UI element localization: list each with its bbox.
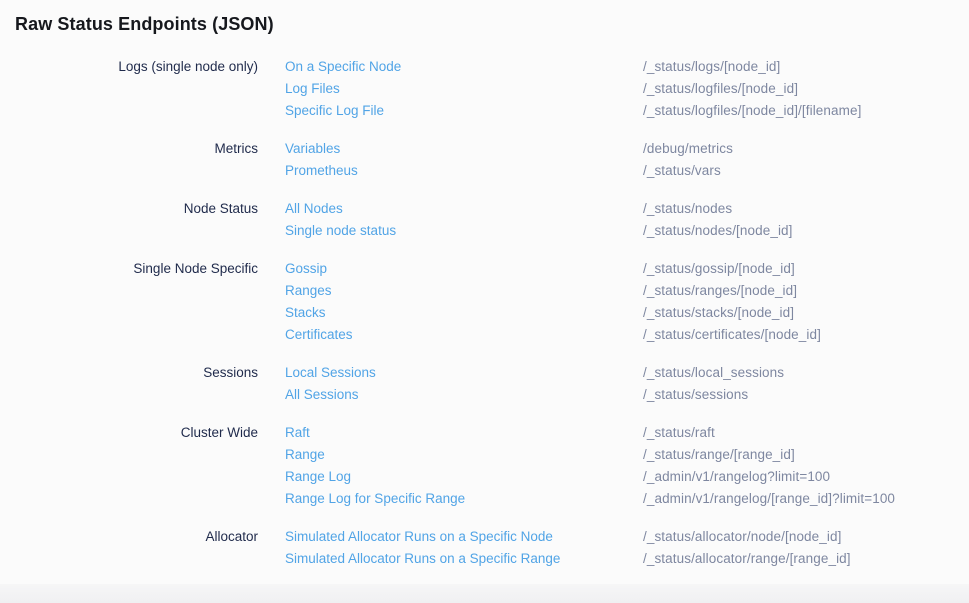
category-label: Node Status bbox=[0, 198, 258, 242]
endpoint-link[interactable]: All Sessions bbox=[285, 384, 643, 406]
endpoint-row: Ranges /_status/ranges/[node_id] bbox=[285, 280, 969, 302]
endpoint-link[interactable]: Range bbox=[285, 444, 643, 466]
endpoint-row: Range Log /_admin/v1/rangelog?limit=100 bbox=[285, 466, 969, 488]
endpoint-groups: Logs (single node only) On a Specific No… bbox=[0, 56, 969, 570]
endpoint-link[interactable]: Stacks bbox=[285, 302, 643, 324]
endpoint-path: /_status/logfiles/[node_id]/[filename] bbox=[643, 100, 861, 122]
category-label: Sessions bbox=[0, 362, 258, 406]
endpoint-row: Specific Log File /_status/logfiles/[nod… bbox=[285, 100, 969, 122]
endpoint-row: All Nodes /_status/nodes bbox=[285, 198, 969, 220]
endpoint-row: Stacks /_status/stacks/[node_id] bbox=[285, 302, 969, 324]
endpoint-path: /_status/nodes bbox=[643, 198, 732, 220]
endpoint-link[interactable]: On a Specific Node bbox=[285, 56, 643, 78]
endpoint-path: /_status/raft bbox=[643, 422, 715, 444]
endpoint-path: /_status/nodes/[node_id] bbox=[643, 220, 793, 242]
endpoint-link[interactable]: Single node status bbox=[285, 220, 643, 242]
endpoint-row: Prometheus /_status/vars bbox=[285, 160, 969, 182]
endpoint-path: /_status/ranges/[node_id] bbox=[643, 280, 797, 302]
endpoint-group: Node Status All Nodes /_status/nodes Sin… bbox=[0, 198, 969, 242]
endpoint-link[interactable]: Simulated Allocator Runs on a Specific R… bbox=[285, 548, 643, 570]
entry-list: Local Sessions /_status/local_sessions A… bbox=[258, 362, 969, 406]
endpoint-link[interactable]: All Nodes bbox=[285, 198, 643, 220]
category-label: Logs (single node only) bbox=[0, 56, 258, 122]
category-label: Allocator bbox=[0, 526, 258, 570]
endpoint-path: /_status/allocator/node/[node_id] bbox=[643, 526, 841, 548]
category-label: Cluster Wide bbox=[0, 422, 258, 510]
endpoint-row: Range Log for Specific Range /_admin/v1/… bbox=[285, 488, 969, 510]
entry-list: Gossip /_status/gossip/[node_id] Ranges … bbox=[258, 258, 969, 346]
entry-list: Simulated Allocator Runs on a Specific N… bbox=[258, 526, 969, 570]
endpoint-path: /_status/sessions bbox=[643, 384, 748, 406]
endpoint-group: Metrics Variables /debug/metrics Prometh… bbox=[0, 138, 969, 182]
endpoint-group: Allocator Simulated Allocator Runs on a … bbox=[0, 526, 969, 570]
endpoint-group: Cluster Wide Raft /_status/raft Range /_… bbox=[0, 422, 969, 510]
endpoint-group: Single Node Specific Gossip /_status/gos… bbox=[0, 258, 969, 346]
endpoint-row: Variables /debug/metrics bbox=[285, 138, 969, 160]
endpoint-path: /_status/stacks/[node_id] bbox=[643, 302, 794, 324]
endpoint-link[interactable]: Range Log bbox=[285, 466, 643, 488]
endpoint-link[interactable]: Certificates bbox=[285, 324, 643, 346]
endpoint-path: /_admin/v1/rangelog/[range_id]?limit=100 bbox=[643, 488, 895, 510]
category-label: Metrics bbox=[0, 138, 258, 182]
endpoint-group: Logs (single node only) On a Specific No… bbox=[0, 56, 969, 122]
endpoint-link[interactable]: Log Files bbox=[285, 78, 643, 100]
endpoint-path: /_status/certificates/[node_id] bbox=[643, 324, 821, 346]
endpoint-row: Gossip /_status/gossip/[node_id] bbox=[285, 258, 969, 280]
endpoint-link[interactable]: Ranges bbox=[285, 280, 643, 302]
endpoint-row: On a Specific Node /_status/logs/[node_i… bbox=[285, 56, 969, 78]
endpoint-row: Simulated Allocator Runs on a Specific N… bbox=[285, 526, 969, 548]
endpoint-path: /_status/gossip/[node_id] bbox=[643, 258, 795, 280]
endpoint-link[interactable]: Range Log for Specific Range bbox=[285, 488, 643, 510]
entry-list: All Nodes /_status/nodes Single node sta… bbox=[258, 198, 969, 242]
endpoint-link[interactable]: Variables bbox=[285, 138, 643, 160]
endpoint-group: Sessions Local Sessions /_status/local_s… bbox=[0, 362, 969, 406]
endpoint-row: Range /_status/range/[range_id] bbox=[285, 444, 969, 466]
endpoint-path: /_status/allocator/range/[range_id] bbox=[643, 548, 851, 570]
endpoint-link[interactable]: Specific Log File bbox=[285, 100, 643, 122]
endpoint-row: Single node status /_status/nodes/[node_… bbox=[285, 220, 969, 242]
endpoint-link[interactable]: Local Sessions bbox=[285, 362, 643, 384]
debug-endpoints-page: Raw Status Endpoints (JSON) Logs (single… bbox=[0, 0, 969, 603]
endpoint-row: Local Sessions /_status/local_sessions bbox=[285, 362, 969, 384]
entry-list: On a Specific Node /_status/logs/[node_i… bbox=[258, 56, 969, 122]
endpoint-path: /_status/logs/[node_id] bbox=[643, 56, 780, 78]
endpoint-link[interactable]: Prometheus bbox=[285, 160, 643, 182]
entry-list: Raft /_status/raft Range /_status/range/… bbox=[258, 422, 969, 510]
endpoint-row: All Sessions /_status/sessions bbox=[285, 384, 969, 406]
endpoint-link[interactable]: Raft bbox=[285, 422, 643, 444]
endpoint-row: Log Files /_status/logfiles/[node_id] bbox=[285, 78, 969, 100]
page-title: Raw Status Endpoints (JSON) bbox=[0, 0, 969, 35]
endpoint-link[interactable]: Gossip bbox=[285, 258, 643, 280]
endpoint-path: /_status/local_sessions bbox=[643, 362, 784, 384]
endpoint-path: /_status/logfiles/[node_id] bbox=[643, 78, 798, 100]
endpoint-row: Raft /_status/raft bbox=[285, 422, 969, 444]
endpoint-row: Certificates /_status/certificates/[node… bbox=[285, 324, 969, 346]
endpoint-path: /_status/vars bbox=[643, 160, 721, 182]
endpoint-link[interactable]: Simulated Allocator Runs on a Specific N… bbox=[285, 526, 643, 548]
category-label: Single Node Specific bbox=[0, 258, 258, 346]
endpoint-row: Simulated Allocator Runs on a Specific R… bbox=[285, 548, 969, 570]
endpoint-path: /_admin/v1/rangelog?limit=100 bbox=[643, 466, 830, 488]
footer-strip bbox=[0, 584, 969, 603]
entry-list: Variables /debug/metrics Prometheus /_st… bbox=[258, 138, 969, 182]
endpoint-path: /_status/range/[range_id] bbox=[643, 444, 795, 466]
endpoint-path: /debug/metrics bbox=[643, 138, 733, 160]
